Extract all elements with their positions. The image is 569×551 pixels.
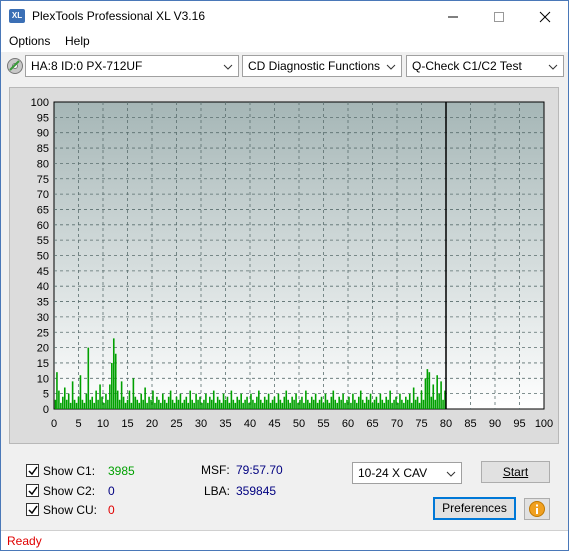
x-tick-label: 55 — [317, 418, 329, 430]
y-tick-label: 5 — [43, 389, 49, 401]
chevron-down-icon — [223, 64, 233, 70]
x-tick-label: 30 — [195, 418, 207, 430]
function-select-value: CD Diagnostic Functions — [248, 59, 381, 73]
menu-help[interactable]: Help — [65, 34, 90, 48]
x-tick-label: 0 — [51, 418, 57, 430]
checkmark-icon — [28, 486, 38, 496]
disc-icon — [7, 58, 23, 74]
chart-panel: 0 5 10 15 20 25 30 35 40 45 50 55 60 65 70 75 80 85 90 95 10… — [9, 87, 559, 444]
main-window: XL PlexTools Professional XL V3.16 Optio… — [0, 0, 569, 551]
speed-select-value: 10-24 X CAV — [358, 466, 428, 480]
y-tick-label: 25 — [37, 327, 49, 339]
x-tick-label: 60 — [342, 418, 354, 430]
status-bar: Ready — [1, 530, 568, 550]
test-select-value: Q-Check C1/C2 Test — [412, 59, 522, 73]
x-tick-label: 100 — [535, 418, 553, 430]
x-tick-label: 45 — [268, 418, 280, 430]
y-tick-label: 15 — [37, 358, 49, 370]
drive-select[interactable]: HA:8 ID:0 PX-712UF — [25, 55, 239, 77]
x-tick-label: 90 — [489, 418, 501, 430]
show-cu-checkbox[interactable] — [26, 503, 39, 516]
x-tick-label: 5 — [75, 418, 81, 430]
y-tick-label: 85 — [37, 143, 49, 155]
x-tick-label: 65 — [366, 418, 378, 430]
function-select[interactable]: CD Diagnostic Functions — [242, 55, 402, 77]
x-tick-label: 95 — [513, 418, 525, 430]
y-tick-label: 40 — [37, 281, 49, 293]
title-bar[interactable]: XL PlexTools Professional XL V3.16 — [1, 1, 568, 31]
minimize-icon — [448, 16, 458, 18]
y-tick-label: 10 — [37, 373, 49, 385]
toolbar: HA:8 ID:0 PX-712UF CD Diagnostic Functio… — [1, 53, 568, 81]
app-logo: XL — [9, 9, 25, 23]
x-tick-label: 85 — [464, 418, 476, 430]
y-tick-label: 60 — [37, 220, 49, 232]
cu-count: 0 — [108, 503, 115, 517]
show-c1-checkbox[interactable] — [26, 464, 39, 477]
chevron-down-icon — [386, 64, 396, 70]
close-button[interactable] — [522, 1, 568, 31]
x-tick-label: 80 — [440, 418, 452, 430]
window-title: PlexTools Professional XL V3.16 — [32, 9, 205, 23]
x-tick-label: 40 — [244, 418, 256, 430]
y-tick-label: 75 — [37, 174, 49, 186]
chevron-down-icon — [548, 64, 558, 70]
checkmark-icon — [28, 466, 38, 476]
show-cu-label: Show CU: — [43, 503, 98, 517]
test-select[interactable]: Q-Check C1/C2 Test — [406, 55, 564, 77]
show-c2-label: Show C2: — [43, 484, 96, 498]
status-text: Ready — [7, 534, 42, 548]
y-tick-label: 0 — [43, 404, 49, 416]
preferences-button-label: Preferences — [442, 501, 507, 515]
y-tick-label: 70 — [37, 189, 49, 201]
speed-select[interactable]: 10-24 X CAV — [352, 462, 462, 484]
y-tick-label: 30 — [37, 312, 49, 324]
x-tick-label: 35 — [219, 418, 231, 430]
show-c1-label: Show C1: — [43, 464, 96, 478]
y-tick-label: 45 — [37, 266, 49, 278]
x-tick-label: 75 — [415, 418, 427, 430]
checkmark-icon — [28, 505, 38, 515]
start-button[interactable]: Start — [481, 461, 550, 483]
x-tick-label: 70 — [391, 418, 403, 430]
close-icon — [539, 11, 551, 23]
y-tick-label: 90 — [37, 128, 49, 140]
chevron-down-icon — [446, 471, 456, 477]
x-tick-label: 25 — [170, 418, 182, 430]
lba-value: 359845 — [236, 484, 277, 498]
info-button[interactable] — [524, 498, 550, 520]
maximize-button[interactable] — [476, 1, 522, 31]
x-tick-label: 10 — [97, 418, 109, 430]
msf-value: 79:57.70 — [236, 463, 283, 477]
y-tick-label: 95 — [37, 112, 49, 124]
minimize-button[interactable] — [430, 1, 476, 31]
lba-label: LBA: — [204, 484, 231, 498]
y-tick-label: 55 — [37, 235, 49, 247]
menu-options[interactable]: Options — [9, 34, 50, 48]
x-tick-label: 50 — [293, 418, 305, 430]
y-tick-label: 65 — [37, 204, 49, 216]
show-c2-checkbox[interactable] — [26, 484, 39, 497]
y-tick-label: 100 — [31, 97, 49, 109]
y-tick-label: 20 — [37, 343, 49, 355]
x-tick-label: 20 — [146, 418, 158, 430]
c1-count: 3985 — [108, 464, 135, 478]
c2-count: 0 — [108, 484, 115, 498]
menu-bar: Options Help — [1, 31, 568, 52]
y-tick-label: 80 — [37, 158, 49, 170]
preferences-button[interactable]: Preferences — [433, 497, 516, 520]
c1c2-chart: 0510152025303540455055606570758085909510… — [31, 97, 554, 430]
maximize-icon — [494, 12, 504, 22]
drive-select-value: HA:8 ID:0 PX-712UF — [31, 59, 143, 73]
y-tick-label: 35 — [37, 297, 49, 309]
msf-label: MSF: — [201, 463, 230, 477]
info-icon — [529, 501, 545, 517]
x-tick-label: 15 — [121, 418, 133, 430]
y-tick-label: 50 — [37, 251, 49, 263]
start-button-label: Start — [502, 465, 529, 479]
